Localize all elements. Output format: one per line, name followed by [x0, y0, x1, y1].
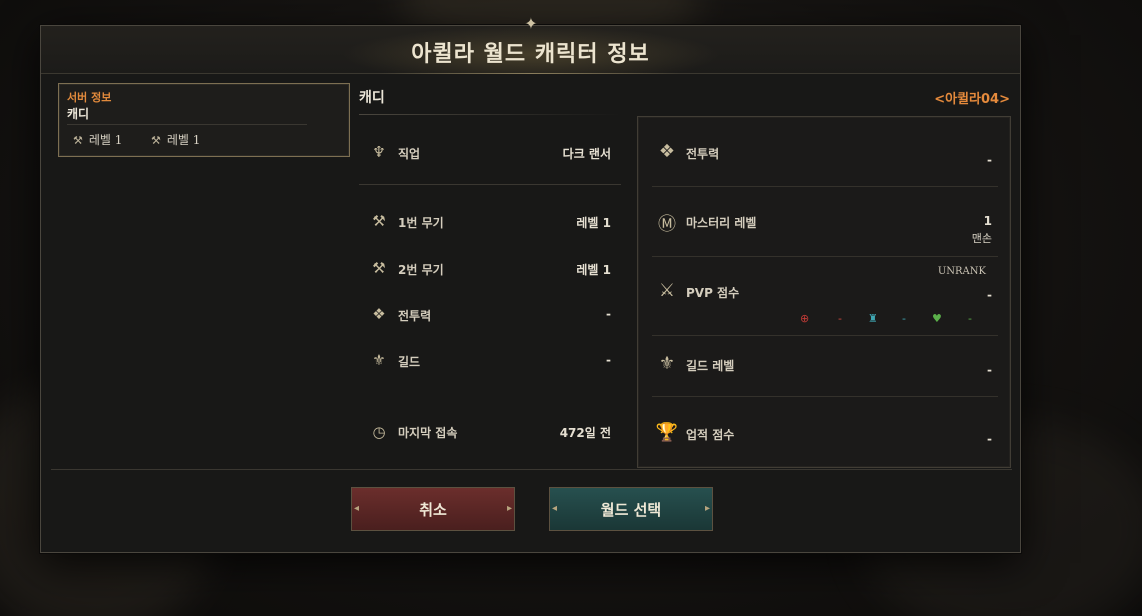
combat-power-label: 전투력 — [398, 309, 432, 323]
dialog-title: 아퀼라 월드 캐릭터 정보 — [411, 41, 650, 67]
divider — [652, 186, 998, 187]
stat-achievement-label: 업적 점수 — [686, 428, 735, 442]
stat-pvp-label: PVP 점수 — [686, 286, 740, 300]
weapon-level-1: ⚒ 레벨 1 — [73, 133, 123, 147]
class-value: 다크 랜서 — [562, 147, 611, 161]
stats-panel: ❖ 전투력 - Ⓜ 마스터리 레벨 1 맨손 UNRANK ⚔ PVP 점수 -… — [637, 116, 1011, 468]
weapon-icon: ⚒ — [372, 259, 386, 277]
clock-icon: ◷ — [372, 423, 386, 441]
footer-divider — [51, 469, 1012, 470]
guild-icon: ⚜ — [372, 351, 386, 369]
class-label: 직업 — [398, 147, 421, 161]
cancel-button[interactable]: ◂ 취소 ▸ — [351, 487, 515, 531]
button-ornament-icon: ◂ — [354, 503, 360, 514]
combat-power-value: - — [606, 307, 611, 321]
stat-mastery-weapon: 맨손 — [971, 232, 992, 245]
stat-pvp-value: - — [987, 288, 992, 302]
guild-value: - — [606, 353, 611, 367]
server-info-card[interactable]: 서버 정보 캐디 ⚒ 레벨 1 ⚒ 레벨 1 — [58, 83, 350, 157]
divider — [652, 396, 998, 397]
character-name: 캐디 — [359, 90, 385, 106]
top-ornament-icon: ✦ — [524, 14, 538, 33]
button-ornament-icon: ◂ — [552, 503, 558, 514]
world-select-button[interactable]: ◂ 월드 선택 ▸ — [549, 487, 713, 531]
pvp-red-value: - — [838, 312, 842, 325]
stat-combat-power-value: - — [987, 153, 992, 167]
stat-combat-power-label: 전투력 — [686, 147, 720, 161]
class-icon: ♆ — [372, 143, 386, 161]
guild-label: 길드 — [398, 355, 421, 369]
stat-mastery-value: 1 — [983, 214, 992, 228]
divider — [359, 184, 621, 185]
pvp-blue-icon: ♜ — [868, 312, 878, 325]
weapon1-value: 레벨 1 — [576, 216, 611, 230]
stat-guild-level-label: 길드 레벨 — [686, 359, 735, 373]
server-info-label: 서버 정보 — [67, 91, 112, 104]
stat-mastery-label: 마스터리 레벨 — [686, 216, 757, 230]
weapon2-label: 2번 무기 — [398, 263, 444, 277]
button-ornament-icon: ▸ — [506, 503, 512, 514]
character-info-dialog: 아퀼라 월드 캐릭터 정보 ✦ 서버 정보 캐디 ⚒ 레벨 1 ⚒ 레벨 1 캐디 … — [40, 14, 1021, 553]
stat-guild-level-value: - — [987, 363, 992, 377]
button-ornament-icon: ▸ — [704, 503, 710, 514]
weapon-icon: ⚒ — [151, 134, 161, 147]
guild-icon: ⚜ — [658, 353, 676, 374]
pvp-rank: UNRANK — [937, 266, 986, 277]
pvp-blue-value: - — [902, 312, 906, 325]
divider — [67, 124, 307, 125]
mastery-icon: Ⓜ — [658, 214, 676, 235]
combat-power-icon: ❖ — [658, 141, 676, 162]
divider — [652, 256, 998, 257]
pvp-icon: ⚔ — [658, 280, 676, 301]
server-character-name: 캐디 — [67, 107, 90, 121]
last-login-label: 마지막 접속 — [398, 426, 458, 440]
weapon2-value: 레벨 1 — [576, 263, 611, 277]
divider — [359, 114, 621, 115]
stat-achievement-value: - — [987, 432, 992, 446]
pvp-green-icon: ♥ — [932, 312, 942, 325]
server-tag: <아퀼라04> — [934, 92, 1010, 107]
pvp-red-icon: ⊕ — [800, 312, 810, 325]
header-divider — [381, 73, 681, 74]
trophy-icon: 🏆 — [655, 422, 679, 443]
weapon-level-2: ⚒ 레벨 1 — [151, 133, 201, 147]
divider — [652, 335, 998, 336]
weapon1-label: 1번 무기 — [398, 216, 444, 230]
weapon-icon: ⚒ — [73, 134, 83, 147]
pvp-green-value: - — [968, 312, 972, 325]
weapon-icon: ⚒ — [372, 212, 386, 230]
last-login-value: 472일 전 — [559, 426, 611, 440]
combat-power-icon: ❖ — [372, 305, 386, 323]
